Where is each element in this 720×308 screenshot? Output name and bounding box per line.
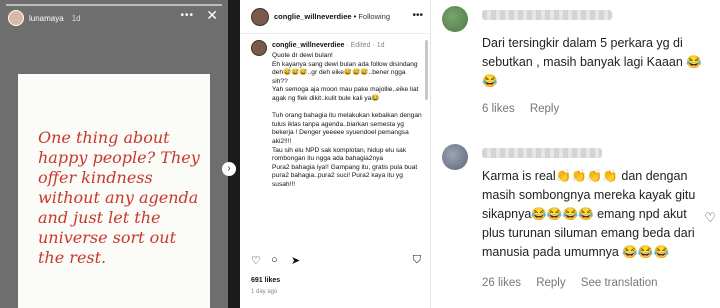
post-username[interactable]: conglie_willneverdiee • Following [274,12,390,21]
comment-meta: 26 likes Reply See translation [482,277,670,289]
blurred-username[interactable] [482,10,612,20]
bookmark-icon[interactable]: ⛉ [413,254,421,267]
blurred-username[interactable] [482,148,602,158]
story-time: 1d [71,13,81,23]
close-icon[interactable]: ✕ [206,7,218,24]
heart-icon[interactable]: ♡ [251,254,261,267]
post-header: conglie_willneverdiee • Following ••• [240,0,431,34]
share-icon[interactable]: ➤ [291,254,300,267]
post-comment: conglie_willneverdiee · Edited · 1d Quot… [240,34,431,248]
story-username[interactable]: lunamaya [29,14,64,23]
comment-text: Dari tersingkir dalam 5 perkara yg di se… [482,36,702,88]
story-quote: One thing about happy people? They offer… [38,128,200,267]
comment-icon[interactable]: ○ [271,254,278,266]
comment-text: Quote dr dewi bulan! Eh kayanya sang dew… [272,52,422,188]
reply-button[interactable]: Reply [536,277,565,289]
more-icon[interactable]: ••• [412,10,423,21]
comment-meta: 6 likes Reply [482,103,571,115]
see-translation-button[interactable]: See translation [581,277,658,289]
comment-header: conglie_willneverdiee · Edited · 1d [272,42,385,49]
avatar[interactable] [251,8,269,26]
post-panel: conglie_willneverdiee • Following ••• co… [240,0,431,308]
post-actions: ♡ ○ ➤ ⛉ [240,250,431,270]
likes-count[interactable]: 26 likes [482,277,521,289]
comments-panel: Dari tersingkir dalam 5 perkara yg di se… [432,0,720,308]
post-time: 1 day ago [251,289,278,295]
likes-count[interactable]: 6 likes [482,103,515,115]
scrollbar[interactable] [425,40,428,100]
heart-icon[interactable]: ♡ [704,210,716,226]
story-progress-bar [6,4,222,6]
comment-text: Karma is real👏👏👏👏 dan dengan masih sombo… [482,169,696,259]
avatar[interactable] [442,144,468,170]
reply-button[interactable]: Reply [530,103,559,115]
following-button[interactable]: Following [358,12,390,21]
chevron-right-icon[interactable]: › [222,162,236,176]
more-icon[interactable]: ••• [180,10,194,21]
panel-divider [228,0,240,308]
avatar[interactable] [251,40,267,56]
avatar[interactable] [442,6,468,32]
story-panel: lunamaya 1d ••• ✕ One thing about happy … [0,0,228,308]
likes-count[interactable]: 691 likes [251,277,280,284]
story-header: lunamaya 1d [8,10,81,26]
avatar[interactable] [8,10,24,26]
